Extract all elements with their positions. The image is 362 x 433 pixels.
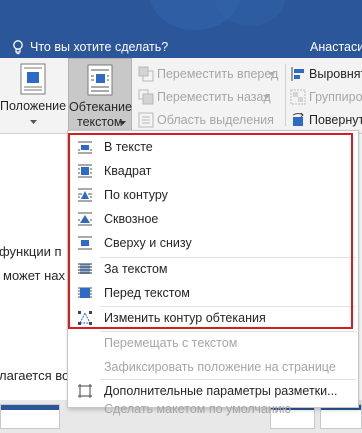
group-label: Группиро bbox=[309, 90, 362, 104]
layout-options-icon bbox=[78, 384, 92, 398]
bring-forward-label: Переместить вперед bbox=[157, 67, 279, 81]
highlight-frame bbox=[68, 133, 353, 329]
chevron-down-icon bbox=[268, 72, 275, 76]
position-icon bbox=[20, 63, 46, 95]
menu-item-label: Сделать макетом по умолчанию bbox=[104, 402, 292, 416]
wrap-text-label-line2: текстом bbox=[77, 115, 123, 129]
rotate-icon bbox=[292, 112, 304, 126]
title-bar-decoration bbox=[215, 0, 285, 26]
chevron-down-icon bbox=[263, 95, 270, 99]
chevron-down-icon bbox=[30, 120, 37, 124]
selection-pane-icon bbox=[138, 112, 154, 128]
rotate-label: Повернут bbox=[309, 113, 362, 127]
send-backward-icon bbox=[138, 89, 154, 105]
menu-item-label: Дополнительные параметры разметки... bbox=[104, 384, 338, 398]
send-backward-label: Переместить назад bbox=[157, 90, 271, 104]
document-text-line: лагается во bbox=[0, 368, 70, 383]
position-label: Положение bbox=[0, 99, 67, 113]
selection-pane-label: Область выделения bbox=[157, 113, 274, 127]
menu-item-set-as-default[interactable]: Сделать макетом по умолчанию bbox=[69, 402, 357, 416]
bring-forward-icon bbox=[138, 66, 154, 82]
align-label: Выровнять bbox=[309, 67, 362, 81]
group-icon bbox=[290, 89, 306, 105]
user-name[interactable]: Анастаси bbox=[310, 40, 362, 54]
document-text-line: может нах bbox=[3, 268, 65, 283]
menu-item-more-layout-options[interactable]: Дополнительные параметры разметки... bbox=[69, 379, 357, 403]
ribbon-separator bbox=[285, 64, 286, 126]
position-button[interactable]: Положение bbox=[0, 58, 66, 134]
chevron-down-icon bbox=[119, 121, 126, 125]
lightbulb-icon bbox=[13, 40, 23, 55]
menu-item-label: Зафиксировать положение на странице bbox=[104, 360, 336, 374]
menu-item-fix-position[interactable]: Зафиксировать положение на странице bbox=[69, 355, 357, 379]
align-icon bbox=[291, 67, 304, 81]
ribbon: Положение Обтекание текстом Переместить … bbox=[0, 58, 362, 134]
wrap-text-icon bbox=[87, 64, 113, 96]
tell-me-input[interactable]: Что вы хотите сделать? bbox=[30, 40, 168, 54]
menu-item-label: Перемещать с текстом bbox=[104, 336, 238, 350]
window-thumbnail[interactable] bbox=[0, 404, 60, 429]
title-bar bbox=[0, 0, 362, 36]
wrap-text-button[interactable]: Обтекание текстом bbox=[68, 58, 132, 134]
menu-item-move-with-text[interactable]: Перемещать с текстом bbox=[69, 331, 357, 355]
document-text-line: функции п bbox=[0, 244, 62, 259]
wrap-text-label-line1: Обтекание bbox=[69, 100, 132, 114]
tell-me-bar: Что вы хотите сделать? Анастаси bbox=[0, 36, 362, 58]
